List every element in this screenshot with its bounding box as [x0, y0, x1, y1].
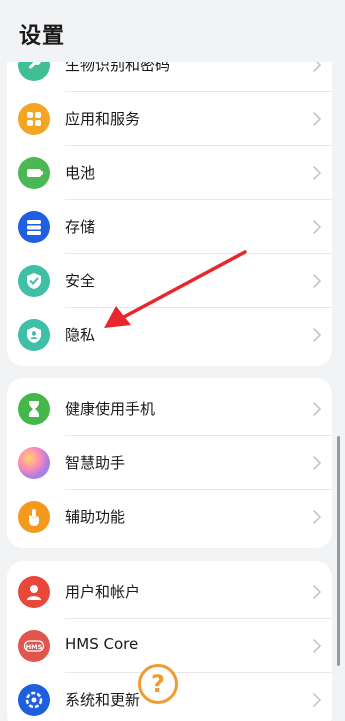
help-badge[interactable]: ? — [138, 664, 178, 704]
annotation-arrow — [104, 250, 247, 328]
header: 设置 — [0, 0, 345, 62]
page-title: 设置 — [19, 24, 66, 49]
